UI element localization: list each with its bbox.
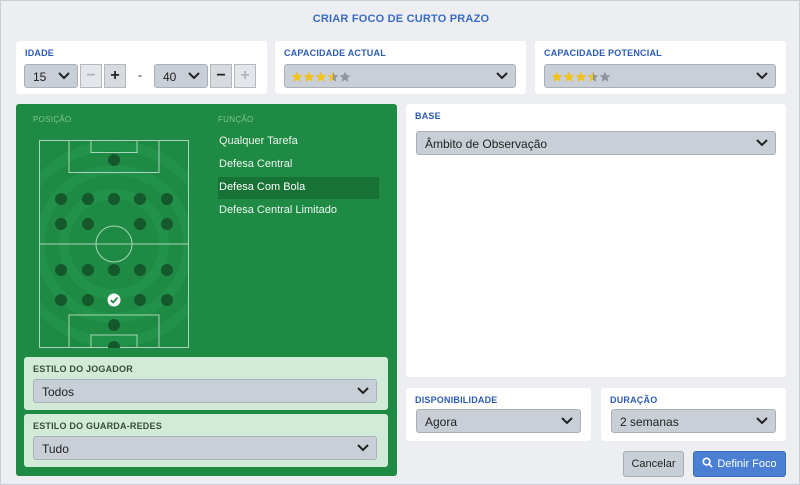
pitch-position-dot[interactable] [134, 294, 146, 306]
current-ability-stars [291, 71, 351, 83]
pitch-position-dot[interactable] [161, 264, 173, 276]
pitch-position-dot[interactable] [134, 218, 146, 230]
star-icon [587, 71, 599, 82]
chevron-down-icon [561, 417, 573, 425]
define-focus-label: Definir Foco [717, 458, 777, 470]
role-item[interactable]: Defesa Com Bola [218, 177, 379, 199]
duration-value: 2 semanas [620, 415, 679, 429]
pitch-position-dot[interactable] [161, 193, 173, 205]
current-ability-select[interactable] [284, 64, 516, 88]
player-style-card: ESTILO DO JOGADOR Todos [24, 357, 388, 410]
star-icon [339, 71, 351, 82]
age-min-value: 15 [33, 70, 47, 84]
age-max-decrement-button[interactable]: − [210, 64, 232, 88]
chevron-down-icon [357, 387, 369, 395]
pitch-position-dot[interactable] [55, 294, 67, 306]
pitch-position-dot[interactable] [55, 264, 67, 276]
star-icon [575, 71, 587, 82]
selected-position-check-icon[interactable] [107, 293, 121, 307]
age-separator: - [138, 68, 142, 82]
pitch-position-dot[interactable] [55, 218, 67, 230]
chevron-down-icon [756, 417, 768, 425]
age-max-value: 40 [163, 70, 177, 84]
position-role-panel: POSIÇÃO FUNÇÃO Qualquer Tarefa Defesa Ce… [16, 104, 397, 476]
role-item[interactable]: Defesa Central [218, 154, 379, 176]
goalkeeper-style-label: ESTILO DO GUARDA-REDES [33, 421, 162, 431]
availability-card: DISPONIBILIDADE Agora [406, 388, 591, 441]
pitch-position-dot[interactable] [108, 319, 120, 331]
age-min-increment-button[interactable]: + [104, 64, 126, 88]
chevron-down-icon [756, 139, 768, 147]
chevron-down-icon [756, 72, 768, 80]
base-card: BASE Âmbito de Observação [406, 104, 786, 377]
chevron-down-icon [496, 72, 508, 80]
potential-ability-stars [551, 71, 611, 83]
chevron-down-icon [357, 444, 369, 452]
pitch-position-dot[interactable] [82, 294, 94, 306]
pitch-position-dot[interactable] [161, 218, 173, 230]
availability-select[interactable]: Agora [416, 409, 581, 433]
goalkeeper-style-card: ESTILO DO GUARDA-REDES Tudo [24, 414, 388, 467]
pitch-position-dot[interactable] [108, 264, 120, 276]
availability-label: DISPONIBILIDADE [415, 395, 498, 405]
star-icon [551, 71, 563, 82]
role-item[interactable]: Qualquer Tarefa [218, 131, 379, 153]
star-icon [315, 71, 327, 82]
goalkeeper-style-select[interactable]: Tudo [33, 436, 377, 460]
short-term-focus-dialog: CRIAR FOCO DE CURTO PRAZO IDADE 15 − + -… [0, 0, 800, 485]
pitch-position-dot[interactable] [82, 264, 94, 276]
pitch-position-dot[interactable] [161, 294, 173, 306]
define-focus-button[interactable]: Definir Foco [693, 451, 786, 477]
star-icon [291, 71, 303, 82]
current-ability-label: CAPACIDADE ACTUAL [284, 48, 386, 58]
base-label: BASE [415, 111, 441, 121]
search-icon [702, 457, 714, 468]
potential-ability-label: CAPACIDADE POTENCIAL [544, 48, 662, 58]
star-icon [303, 71, 315, 82]
pitch-diagram [39, 140, 189, 348]
pitch-position-dot[interactable] [82, 218, 94, 230]
age-max-increment-button[interactable]: + [234, 64, 256, 88]
pitch-position-dot[interactable] [55, 193, 67, 205]
cancel-button[interactable]: Cancelar [623, 451, 684, 477]
current-ability-card: CAPACIDADE ACTUAL [275, 41, 526, 94]
base-select[interactable]: Âmbito de Observação [416, 131, 776, 155]
dialog-title: CRIAR FOCO DE CURTO PRAZO [312, 13, 490, 25]
role-label: FUNÇÃO [218, 115, 254, 124]
chevron-down-icon [58, 72, 70, 80]
potential-ability-select[interactable] [544, 64, 776, 88]
age-min-select[interactable]: 15 [24, 64, 78, 88]
duration-select[interactable]: 2 semanas [611, 409, 776, 433]
pitch-position-dot[interactable] [108, 193, 120, 205]
age-label: IDADE [25, 48, 55, 58]
pitch-position-dot[interactable] [134, 193, 146, 205]
pitch-position-dot[interactable] [82, 193, 94, 205]
age-card: IDADE 15 − + - 40 − + [16, 41, 267, 94]
potential-ability-card: CAPACIDADE POTENCIAL [535, 41, 786, 94]
role-item[interactable]: Defesa Central Limitado [218, 200, 379, 222]
star-icon [563, 71, 575, 82]
age-min-decrement-button[interactable]: − [80, 64, 102, 88]
star-icon [599, 71, 611, 82]
position-label: POSIÇÃO [33, 115, 72, 124]
availability-value: Agora [425, 415, 458, 429]
goalkeeper-style-value: Tudo [42, 442, 69, 456]
player-style-label: ESTILO DO JOGADOR [33, 364, 133, 374]
player-style-value: Todos [42, 385, 75, 399]
star-icon [327, 71, 339, 82]
age-max-select[interactable]: 40 [154, 64, 208, 88]
base-value: Âmbito de Observação [425, 137, 548, 151]
player-style-select[interactable]: Todos [33, 379, 377, 403]
duration-label: DURAÇÃO [610, 395, 658, 405]
duration-card: DURAÇÃO 2 semanas [601, 388, 786, 441]
pitch-position-dot[interactable] [108, 154, 120, 166]
chevron-down-icon [188, 72, 200, 80]
pitch-position-dot[interactable] [134, 264, 146, 276]
